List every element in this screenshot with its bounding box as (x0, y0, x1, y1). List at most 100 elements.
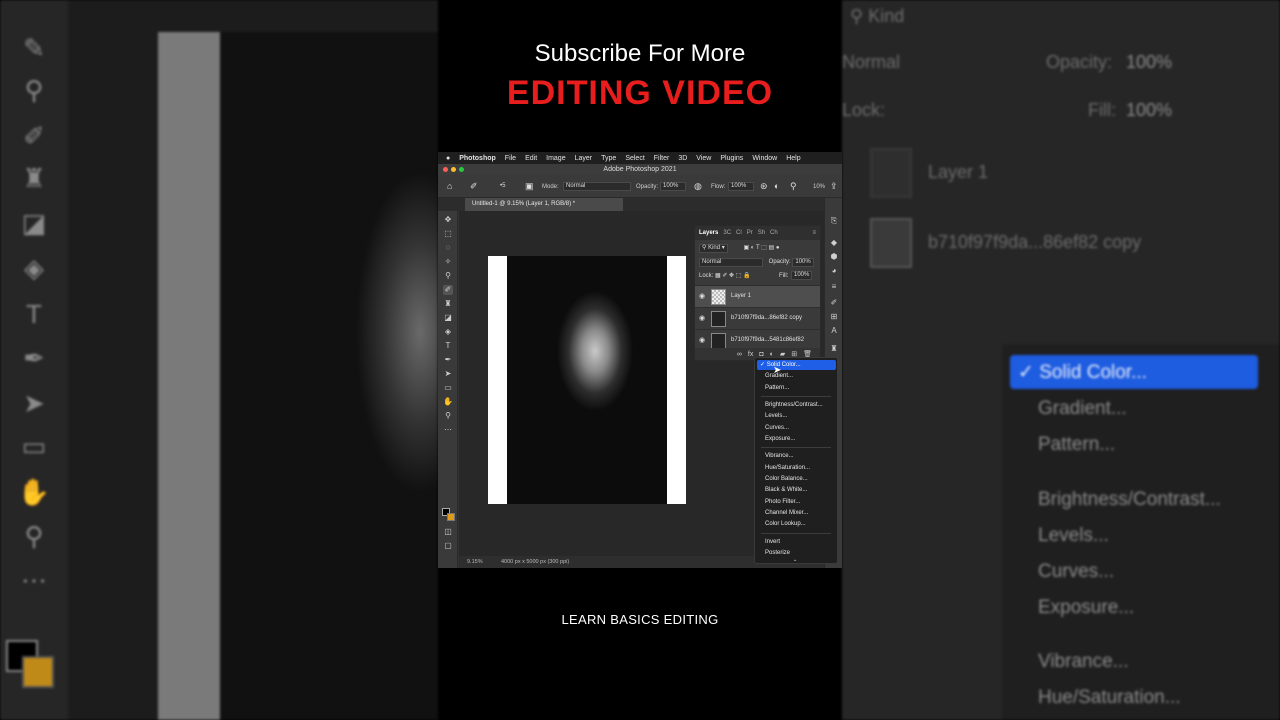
menu-select[interactable]: Select (625, 155, 644, 162)
adjustments-icon[interactable]: ≡ (829, 282, 839, 292)
menu-type[interactable]: Type (601, 155, 616, 162)
brush-preset-icon[interactable]: ✐ (470, 181, 478, 192)
zoom-button[interactable] (459, 167, 464, 172)
eyedropper-tool-icon[interactable]: ⚲ (443, 271, 453, 281)
search-icon[interactable]: ⚲ (790, 181, 797, 192)
brush-tool-icon[interactable]: ✐ (443, 285, 453, 295)
zoomed-mode-value: Normal (842, 52, 901, 72)
menu-item-solid-color[interactable]: ✓ Solid Color... (757, 360, 836, 370)
tab-layers[interactable]: Layers (699, 230, 718, 236)
color-icon[interactable]: ◕ (829, 266, 839, 276)
menu-item-photo-filter[interactable]: Photo Filter... (765, 499, 800, 505)
menu-item-posterize[interactable]: Posterize (765, 550, 790, 556)
more-tools-icon[interactable]: ⋯ (443, 425, 453, 435)
properties-icon[interactable]: ⊞ (829, 312, 839, 322)
options-bar: ⌂ ✐ •5 ▣ Mode: Normal Opacity: 100% ◍ Fl… (438, 175, 842, 198)
opacity-field[interactable]: 100% (660, 182, 686, 191)
apple-icon[interactable]: ● (446, 155, 450, 162)
close-button[interactable] (443, 167, 448, 172)
history-icon[interactable]: ⎘ (829, 216, 839, 226)
chevron-down-icon[interactable]: ⌄ (793, 557, 797, 563)
menu-image[interactable]: Image (546, 155, 565, 162)
zoomed-menu-item: Gradient... (1038, 398, 1127, 419)
lasso-tool-icon[interactable]: ◌ (443, 243, 453, 253)
eraser-tool-icon[interactable]: ◪ (443, 313, 453, 323)
brush-panel-icon[interactable]: ▣ (525, 181, 534, 192)
gradient-tool-icon[interactable]: ◈ (443, 327, 453, 337)
document-tab[interactable]: Untitled-1 @ 9.15% (Layer 1, RGB/8) * (465, 198, 623, 211)
stamp-tool-icon[interactable]: ♜ (443, 299, 453, 309)
zoomed-layer1-name: Layer 1 (928, 162, 989, 182)
eye-icon[interactable]: ◉ (699, 336, 705, 344)
layer-row[interactable]: ◉ Layer 1 (695, 285, 820, 307)
move-tool-icon[interactable]: ✥ (443, 215, 453, 225)
menu-photoshop[interactable]: Photoshop (459, 155, 496, 162)
menu-item-vibrance[interactable]: Vibrance... (765, 453, 794, 459)
brushes-icon[interactable]: ✐ (829, 298, 839, 308)
filter-icons[interactable]: ▣ ◐ T ⬚ ▤ ● (743, 245, 779, 251)
menu-view[interactable]: View (696, 155, 711, 162)
blend-mode-select[interactable]: Normal (699, 258, 763, 267)
airbrush-icon[interactable]: ⊛ (760, 181, 768, 192)
pressure-opacity-icon[interactable]: ◍ (694, 181, 702, 192)
quick-select-tool-icon[interactable]: ✧ (443, 257, 453, 267)
menu-filter[interactable]: Filter (654, 155, 670, 162)
pen-tool-icon[interactable]: ✒ (443, 355, 453, 365)
menu-edit[interactable]: Edit (525, 155, 537, 162)
menu-item-pattern[interactable]: Pattern... (765, 385, 789, 391)
lock-icons[interactable]: ▦ ✐ ✥ ⬚ 🔒 (715, 273, 751, 279)
menu-item-color-lookup[interactable]: Color Lookup... (765, 521, 806, 527)
menu-item-hue-saturation[interactable]: Hue/Saturation... (765, 465, 810, 471)
tab-properties[interactable]: Pr (747, 230, 753, 236)
zoomed-layer2-name: b710f97f9da...86ef82 copy (928, 232, 1142, 252)
stamp-panel-icon[interactable]: ♜ (829, 344, 839, 354)
zoom-level[interactable]: 9.15% (467, 556, 483, 568)
tab-shapes[interactable]: Sh (758, 230, 765, 236)
mode-select[interactable]: Normal (563, 182, 631, 191)
background-color-swatch[interactable] (447, 513, 455, 521)
minimize-button[interactable] (451, 167, 456, 172)
smoothing-icon[interactable]: ◐ (774, 181, 779, 191)
tab-3d[interactable]: 3C (723, 230, 731, 236)
quick-mask-icon[interactable]: ◫ (443, 527, 453, 537)
character-icon[interactable]: A (829, 326, 839, 336)
home-icon[interactable]: ⌂ (447, 181, 452, 191)
tab-channels[interactable]: Ch (770, 230, 778, 236)
menu-item-color-balance[interactable]: Color Balance... (765, 476, 808, 482)
menu-plugins[interactable]: Plugins (720, 155, 743, 162)
layer-row[interactable]: ◉ b710f97f9da...86ef82 copy (695, 307, 820, 329)
flow-field[interactable]: 100% (728, 182, 754, 191)
layer-opacity-field[interactable]: 100% (792, 258, 814, 267)
rectangle-tool-icon[interactable]: ▭ (443, 383, 453, 393)
menu-item-channel-mixer[interactable]: Channel Mixer... (765, 510, 808, 516)
share-icon[interactable]: ⇪ (830, 181, 838, 192)
eye-icon[interactable]: ◉ (699, 292, 705, 300)
menu-item-black-white[interactable]: Black & White... (765, 487, 807, 493)
layers-icon[interactable]: ◆ (829, 238, 839, 248)
menu-help[interactable]: Help (786, 155, 800, 162)
fx-icon[interactable]: fx (748, 351, 753, 358)
menu-item-levels[interactable]: Levels... (765, 413, 787, 419)
hand-tool-icon[interactable]: ✋ (443, 397, 453, 407)
menu-file[interactable]: File (505, 155, 516, 162)
menu-window[interactable]: Window (752, 155, 777, 162)
type-tool-icon[interactable]: T (443, 341, 453, 351)
menu-3d[interactable]: 3D (678, 155, 687, 162)
menu-item-invert[interactable]: Invert (765, 539, 780, 545)
menu-item-exposure[interactable]: Exposure... (765, 436, 795, 442)
menu-layer[interactable]: Layer (575, 155, 593, 162)
tab-color[interactable]: Cl (736, 230, 742, 236)
fill-field[interactable]: 100% (791, 271, 813, 280)
path-select-tool-icon[interactable]: ➤ (443, 369, 453, 379)
layer-kind-filter[interactable]: ⚲ Kind ▾ (699, 244, 728, 253)
menu-item-curves[interactable]: Curves... (765, 425, 789, 431)
eye-icon[interactable]: ◉ (699, 314, 705, 322)
3d-icon[interactable]: ⬢ (829, 252, 839, 262)
menu-item-brightness-contrast[interactable]: Brightness/Contrast... (765, 402, 823, 408)
marquee-tool-icon[interactable]: ⬚ (443, 229, 453, 239)
panel-menu-icon[interactable]: ≡ (812, 230, 820, 236)
link-icon[interactable]: ∞ (737, 351, 742, 358)
zoom-tool-icon[interactable]: ⚲ (443, 411, 453, 421)
screen-mode-icon[interactable]: ▢ (443, 541, 453, 551)
brush-size-icon[interactable]: •5 (500, 183, 505, 189)
